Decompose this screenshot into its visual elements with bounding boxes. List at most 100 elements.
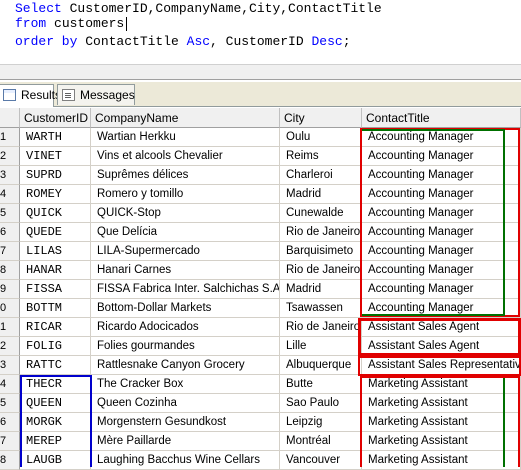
row-number[interactable]: 6 (0, 223, 20, 242)
cell-customerid[interactable]: THECR (20, 375, 91, 394)
query-editor[interactable]: Select CustomerID,CompanyName,City,Conta… (0, 0, 521, 64)
cell-customerid[interactable]: WARTH (20, 128, 91, 147)
cell-companyname[interactable]: Folies gourmandes (91, 337, 280, 356)
table-row[interactable]: 8 HANAR Hanari Carnes Rio de Janeiro Account… (0, 261, 521, 280)
cell-city[interactable]: Montréal (280, 432, 362, 451)
cell-companyname[interactable]: Wartian Herkku (91, 128, 280, 147)
cell-contacttitle[interactable]: Accounting Manager (362, 261, 521, 280)
cell-city[interactable]: Madrid (280, 280, 362, 299)
cell-customerid[interactable]: LILAS (20, 242, 91, 261)
cell-city[interactable]: Lille (280, 337, 362, 356)
table-row[interactable]: 9 FISSA FISSA Fabrica Inter. Salchichas S.… (0, 280, 521, 299)
cell-city[interactable]: Rio de Janeiro (280, 223, 362, 242)
cell-city[interactable]: Reims (280, 147, 362, 166)
cell-customerid[interactable]: VINET (20, 147, 91, 166)
row-number[interactable]: 1 (0, 128, 20, 147)
column-header-customerid[interactable]: CustomerID (20, 108, 91, 128)
cell-contacttitle[interactable]: Marketing Assistant (362, 432, 521, 451)
cell-companyname[interactable]: FISSA Fabrica Inter. Salchichas S.A. (91, 280, 280, 299)
cell-companyname[interactable]: Laughing Bacchus Wine Cellars (91, 451, 280, 470)
cell-city[interactable]: Sao Paulo (280, 394, 362, 413)
cell-contacttitle[interactable]: Accounting Manager (362, 223, 521, 242)
cell-contacttitle[interactable]: Marketing Assistant (362, 451, 521, 470)
cell-city[interactable]: Barquisimeto (280, 242, 362, 261)
cell-companyname[interactable]: Vins et alcools Chevalier (91, 147, 280, 166)
table-row[interactable]: 7 MEREP Mère Paillarde Montréal Marketing As… (0, 432, 521, 451)
cell-city[interactable]: Rio de Janeiro (280, 261, 362, 280)
cell-contacttitle[interactable]: Marketing Assistant (362, 394, 521, 413)
cell-contacttitle[interactable]: Accounting Manager (362, 185, 521, 204)
cell-contacttitle[interactable]: Accounting Manager (362, 242, 521, 261)
row-number[interactable]: 3 (0, 166, 20, 185)
cell-companyname[interactable]: Hanari Carnes (91, 261, 280, 280)
row-number[interactable]: 9 (0, 280, 20, 299)
table-row[interactable]: 2 FOLIG Folies gourmandes Lille Assistant Sa… (0, 337, 521, 356)
table-row[interactable]: 6 QUEDE Que Delícia Rio de Janeiro Accountin… (0, 223, 521, 242)
tab-messages[interactable]: Messages (57, 84, 135, 105)
cell-customerid[interactable]: ROMEY (20, 185, 91, 204)
cell-customerid[interactable]: MEREP (20, 432, 91, 451)
table-row[interactable]: 4 THECR The Cracker Box Butte Marketing Assi… (0, 375, 521, 394)
table-row[interactable]: 4 ROMEY Romero y tomillo Madrid Accounting M… (0, 185, 521, 204)
cell-companyname[interactable]: Suprêmes délices (91, 166, 280, 185)
row-number[interactable]: 1 (0, 318, 20, 337)
row-number[interactable]: 7 (0, 242, 20, 261)
cell-city[interactable]: Albuquerque (280, 356, 362, 375)
row-number[interactable]: 6 (0, 413, 20, 432)
cell-contacttitle[interactable]: Accounting Manager (362, 299, 521, 318)
table-row[interactable]: 0 BOTTM Bottom-Dollar Markets Tsawassen Acco… (0, 299, 521, 318)
row-number[interactable]: 5 (0, 394, 20, 413)
cell-customerid[interactable]: FOLIG (20, 337, 91, 356)
cell-contacttitle[interactable]: Assistant Sales Agent (362, 318, 521, 337)
row-number[interactable]: 4 (0, 185, 20, 204)
cell-companyname[interactable]: QUICK-Stop (91, 204, 280, 223)
cell-customerid[interactable]: MORGK (20, 413, 91, 432)
cell-contacttitle[interactable]: Accounting Manager (362, 147, 521, 166)
cell-companyname[interactable]: Queen Cozinha (91, 394, 280, 413)
cell-contacttitle[interactable]: Assistant Sales Agent (362, 337, 521, 356)
table-row[interactable]: 7 LILAS LILA-Supermercado Barquisimeto Accou… (0, 242, 521, 261)
cell-city[interactable]: Vancouver (280, 451, 362, 470)
cell-customerid[interactable]: QUEDE (20, 223, 91, 242)
cell-contacttitle[interactable]: Assistant Sales Representative (362, 356, 521, 375)
cell-customerid[interactable]: SUPRD (20, 166, 91, 185)
cell-city[interactable]: Leipzig (280, 413, 362, 432)
table-row[interactable]: 5 QUICK QUICK-Stop Cunewalde Accounting Mana… (0, 204, 521, 223)
cell-companyname[interactable]: Rattlesnake Canyon Grocery (91, 356, 280, 375)
cell-companyname[interactable]: Que Delícia (91, 223, 280, 242)
cell-companyname[interactable]: Romero y tomillo (91, 185, 280, 204)
cell-companyname[interactable]: Morgenstern Gesundkost (91, 413, 280, 432)
cell-city[interactable]: Tsawassen (280, 299, 362, 318)
cell-customerid[interactable]: FISSA (20, 280, 91, 299)
cell-city[interactable]: Butte (280, 375, 362, 394)
cell-customerid[interactable]: QUEEN (20, 394, 91, 413)
row-number[interactable]: 4 (0, 375, 20, 394)
table-row[interactable]: 1 WARTH Wartian Herkku Oulu Accounting Manag… (0, 128, 521, 147)
editor-horizontal-scrollbar[interactable] (0, 64, 521, 80)
cell-city[interactable]: Oulu (280, 128, 362, 147)
row-number[interactable]: 5 (0, 204, 20, 223)
table-row[interactable]: 5 QUEEN Queen Cozinha Sao Paulo Marketing As… (0, 394, 521, 413)
table-row[interactable]: 2 VINET Vins et alcools Chevalier Reims Acco… (0, 147, 521, 166)
column-header-companyname[interactable]: CompanyName (91, 108, 280, 128)
column-header-city[interactable]: City (280, 108, 362, 128)
row-number[interactable]: 8 (0, 451, 20, 470)
column-header-contacttitle[interactable]: ContactTitle (362, 108, 521, 128)
results-grid[interactable]: CustomerID CompanyName City ContactTitle… (0, 108, 521, 470)
cell-contacttitle[interactable]: Accounting Manager (362, 204, 521, 223)
cell-city[interactable]: Madrid (280, 185, 362, 204)
cell-city[interactable]: Cunewalde (280, 204, 362, 223)
cell-customerid[interactable]: QUICK (20, 204, 91, 223)
cell-companyname[interactable]: Mère Paillarde (91, 432, 280, 451)
cell-city[interactable]: Charleroi (280, 166, 362, 185)
cell-companyname[interactable]: The Cracker Box (91, 375, 280, 394)
cell-customerid[interactable]: LAUGB (20, 451, 91, 470)
table-row[interactable]: 6 MORGK Morgenstern Gesundkost Leipzig Marke… (0, 413, 521, 432)
cell-contacttitle[interactable]: Accounting Manager (362, 128, 521, 147)
cell-customerid[interactable]: BOTTM (20, 299, 91, 318)
cell-companyname[interactable]: Ricardo Adocicados (91, 318, 280, 337)
row-number[interactable]: 0 (0, 299, 20, 318)
grid-corner[interactable] (0, 108, 20, 128)
cell-contacttitle[interactable]: Marketing Assistant (362, 375, 521, 394)
cell-companyname[interactable]: LILA-Supermercado (91, 242, 280, 261)
